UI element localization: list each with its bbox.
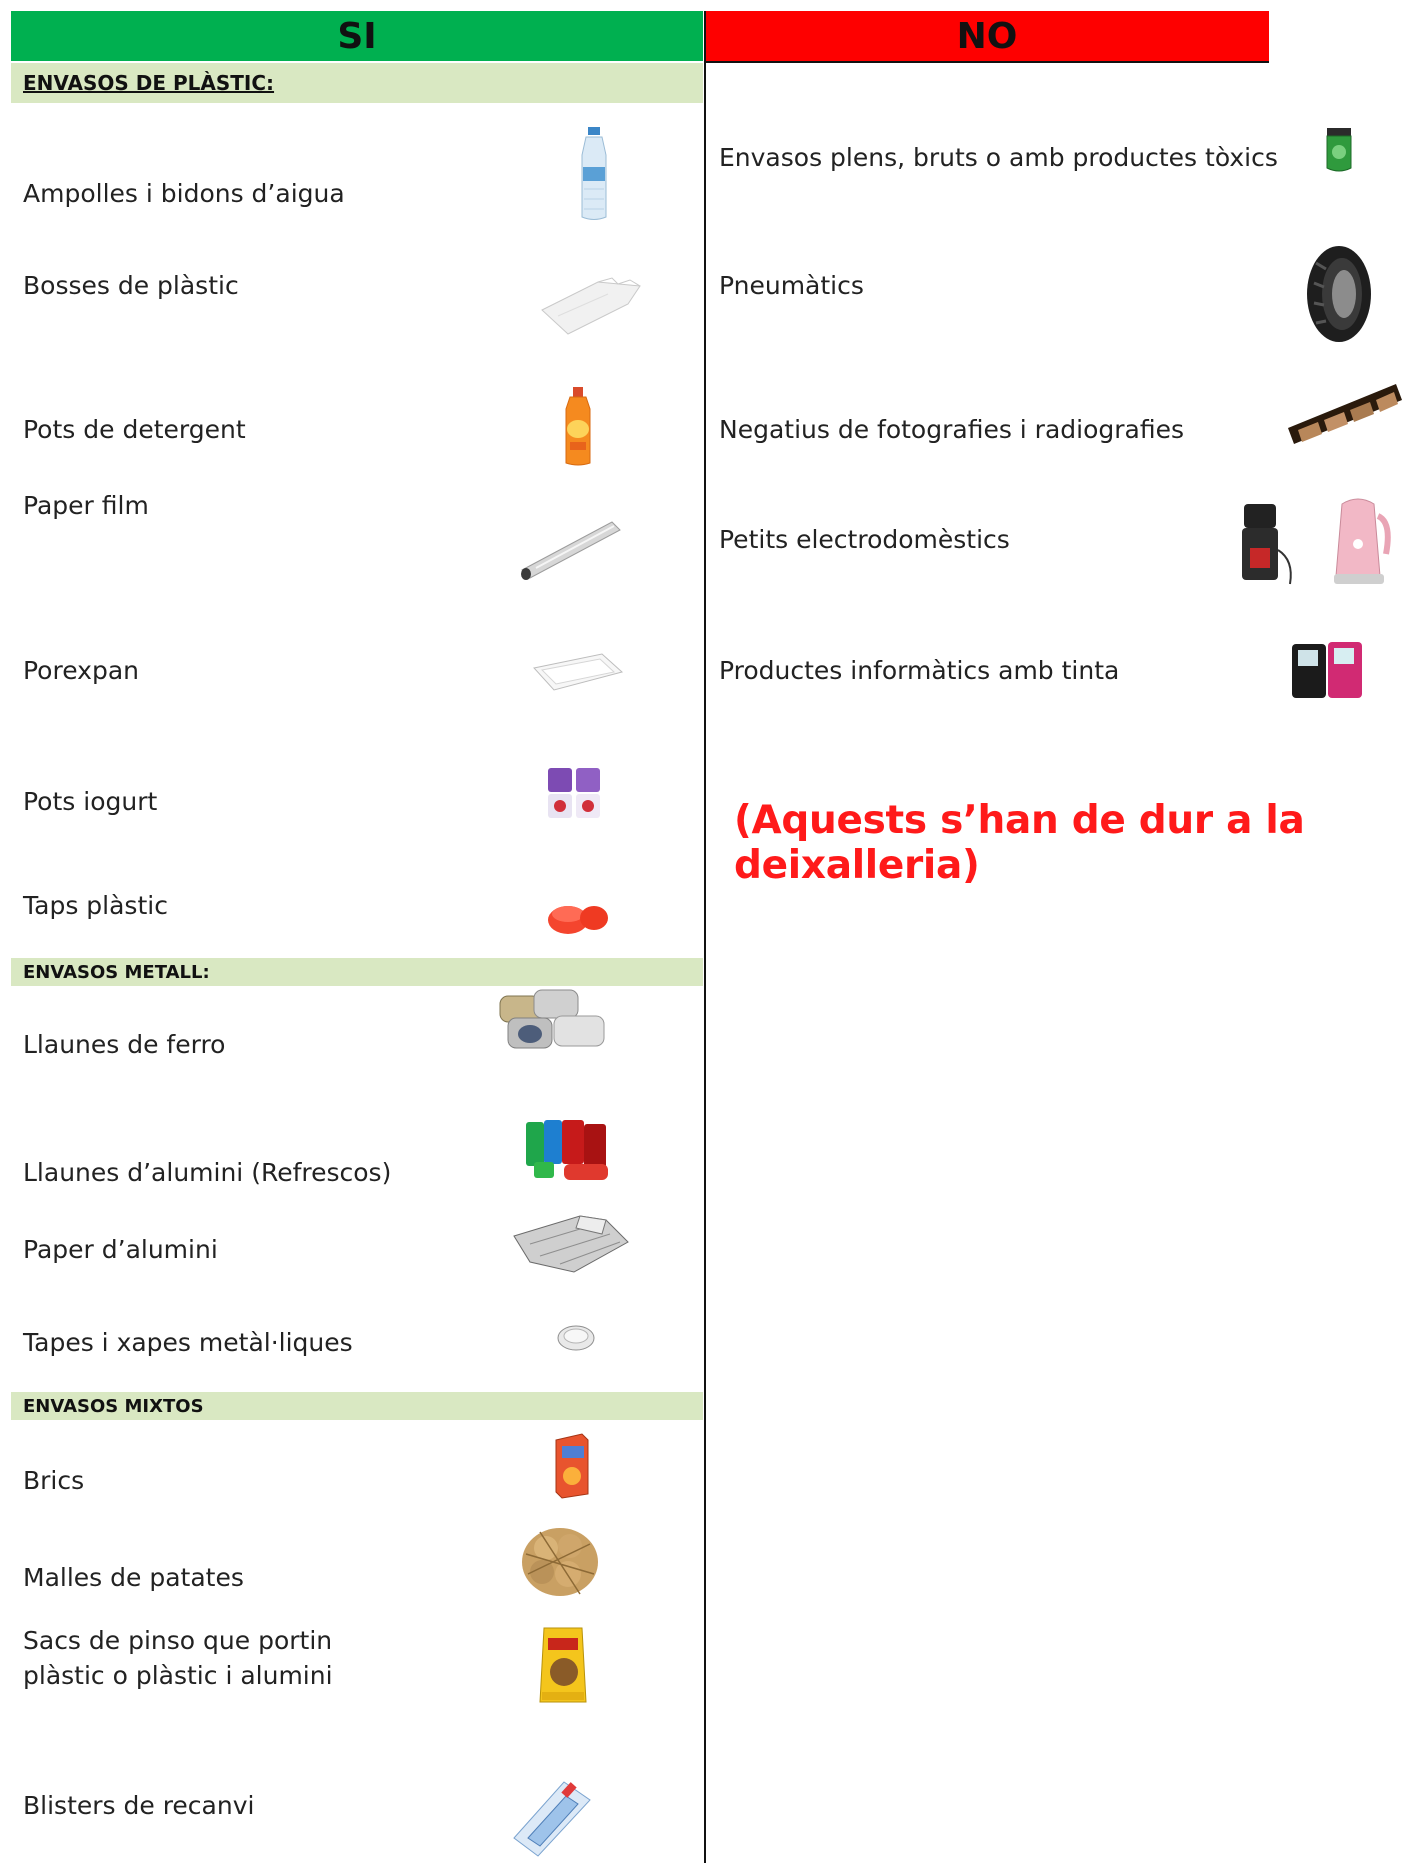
section-mixtos: ENVASOS MIXTOS	[11, 1392, 703, 1420]
detergent-bottle-icon	[565, 387, 591, 466]
aluminium-cans-icon	[526, 1120, 608, 1180]
header-si-label: SI	[337, 15, 377, 57]
ink-cartridges-icon	[1292, 642, 1362, 698]
aluminium-foil-icon	[513, 1215, 629, 1273]
item-yogurt: Pots iogurt	[23, 787, 158, 816]
kettle-icon	[1334, 498, 1391, 584]
item-feed-bags-line1: Sacs de pinso que portin	[23, 1626, 333, 1655]
item-cling-film: Paper film	[23, 491, 149, 520]
item-dirty-containers: Envasos plens, bruts o amb productes tòx…	[719, 143, 1278, 172]
item-plastic-caps: Taps plàstic	[23, 891, 168, 920]
section-plastic-label: ENVASOS DE PLÀSTIC:	[23, 71, 275, 95]
section-metall: ENVASOS METALL:	[11, 958, 703, 986]
item-cartons: Brics	[23, 1466, 85, 1495]
yogurt-pots-icon	[548, 768, 600, 818]
plastic-caps-icon	[548, 906, 608, 934]
plastic-bag-icon	[541, 277, 641, 335]
header-si: SI	[11, 11, 703, 61]
item-potato-nets: Malles de patates	[23, 1563, 244, 1592]
item-feed-bags-line2: plàstic o plàstic i alumini	[23, 1661, 333, 1690]
item-metal-lids: Tapes i xapes metàl·liques	[23, 1328, 353, 1357]
blister-pack-icon	[513, 1781, 591, 1857]
tyre-icon	[1307, 246, 1371, 342]
film-negative-icon	[1288, 384, 1402, 444]
header-no: NO	[705, 11, 1269, 61]
coffee-grinder-icon	[1242, 504, 1292, 585]
item-aluminium-cans: Llaunes d’alumini (Refrescos)	[23, 1158, 392, 1187]
item-tyres: Pneumàtics	[719, 271, 864, 300]
header-divider	[705, 61, 1269, 63]
item-ink-products: Productes informàtics amb tinta	[719, 656, 1120, 685]
section-plastic: ENVASOS DE PLÀSTIC:	[11, 63, 703, 103]
item-detergent: Pots de detergent	[23, 415, 246, 444]
item-negatives: Negatius de fotografies i radiografies	[719, 415, 1185, 444]
carton-icon	[555, 1433, 589, 1499]
cling-film-icon	[521, 521, 621, 580]
feed-bag-icon	[539, 1627, 587, 1703]
item-styrofoam: Porexpan	[23, 656, 139, 685]
item-aluminium-foil: Paper d’alumini	[23, 1235, 218, 1264]
section-mixtos-label: ENVASOS MIXTOS	[23, 1395, 204, 1417]
item-plastic-bags: Bosses de plàstic	[23, 271, 239, 300]
item-iron-cans: Llaunes de ferro	[23, 1030, 226, 1059]
potato-net-icon	[522, 1528, 598, 1596]
toxic-container-icon	[1326, 128, 1352, 172]
styrofoam-tray-icon	[533, 653, 624, 691]
section-metall-label: ENVASOS METALL:	[23, 961, 210, 983]
deixalleria-note: (Aquests s’han de dur a la deixalleria)	[734, 798, 1305, 888]
column-divider	[704, 11, 706, 1863]
water-bottle-icon	[581, 127, 607, 220]
item-blisters: Blisters de recanvi	[23, 1791, 255, 1820]
iron-cans-icon	[499, 989, 605, 1049]
metal-lid-icon	[557, 1325, 595, 1351]
item-water-bottles: Ampolles i bidons d’aigua	[23, 179, 345, 208]
item-appliances: Petits electrodomèstics	[719, 525, 1010, 554]
header-no-label: NO	[956, 15, 1018, 57]
